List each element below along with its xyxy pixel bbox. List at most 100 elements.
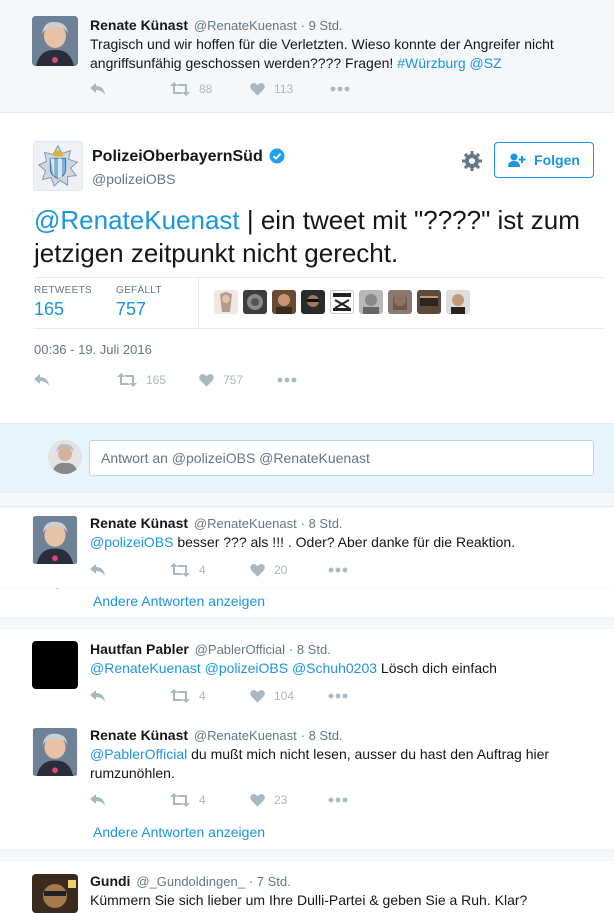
retweet-button[interactable]: 165 — [117, 373, 199, 387]
like-button[interactable]: 113 — [250, 82, 330, 96]
mention-link[interactable]: @RenateKuenast — [34, 205, 240, 235]
retweet-button[interactable]: 4 — [170, 689, 250, 703]
mention-link[interactable]: @polizeiOBS — [90, 534, 173, 550]
liker-avatar[interactable] — [272, 290, 296, 314]
show-more-replies-link[interactable]: Andere Antworten anzeigen — [93, 824, 265, 840]
heart-icon — [250, 82, 265, 96]
tweet-actions: 88 113 — [90, 82, 350, 96]
avatar[interactable] — [32, 874, 78, 913]
more-icon — [328, 797, 348, 803]
context-tweet[interactable]: Renate Künast @RenateKuenast · 9 Std. Tr… — [0, 0, 614, 113]
more-button[interactable] — [330, 86, 350, 92]
avatar[interactable] — [33, 141, 83, 191]
tweet-time[interactable]: · 8 Std. — [301, 728, 343, 743]
tweet-time[interactable]: · 7 Std. — [249, 874, 291, 889]
author-name[interactable]: Renate Künast — [90, 515, 188, 531]
reply-composer: Antwort an @polizeiOBS @RenateKuenast — [0, 423, 614, 493]
avatar[interactable] — [32, 641, 78, 689]
mention-link[interactable]: @SZ — [470, 55, 502, 71]
follow-button[interactable]: Folgen — [494, 142, 594, 178]
like-count: 104 — [274, 689, 295, 703]
reply-button[interactable] — [90, 793, 170, 807]
author-handle[interactable]: @_Gundoldingen_ — [136, 874, 245, 889]
tweet-actions: 4 23 — [90, 793, 348, 807]
tweet-time[interactable]: · 9 Std. — [301, 18, 343, 33]
like-button[interactable]: 20 — [250, 563, 328, 577]
reply-tweet[interactable]: Gundi @_Gundoldingen_ · 7 Std. Kümmern S… — [0, 862, 614, 913]
retweet-count: 88 — [199, 82, 213, 96]
retweets-label: RETWEETS — [34, 285, 92, 296]
liker-avatar[interactable] — [214, 290, 238, 314]
show-more-row: Andere Antworten anzeigen — [0, 819, 614, 851]
like-button[interactable]: 757 — [199, 373, 277, 387]
author-handle[interactable]: @polizeiOBS — [92, 171, 175, 187]
tweet-text: Kümmern Sie sich lieber um Ihre Dulli-Pa… — [90, 892, 528, 908]
gear-icon — [462, 151, 482, 171]
author-handle[interactable]: @RenateKuenast — [194, 728, 297, 743]
more-button[interactable] — [328, 693, 348, 699]
liker-avatar[interactable] — [446, 290, 470, 314]
retweet-icon — [117, 373, 137, 387]
author-handle[interactable]: @RenateKuenast — [194, 516, 297, 531]
avatar[interactable] — [32, 728, 78, 776]
liker-avatars — [214, 290, 475, 314]
reply-input[interactable]: Antwort an @polizeiOBS @RenateKuenast — [89, 440, 594, 476]
author-name[interactable]: Renate Künast — [90, 727, 188, 743]
reply-tweet[interactable]: Renate Künast @RenateKuenast · 8 Std. @P… — [0, 716, 614, 819]
author-handle[interactable]: @RenateKuenast — [194, 18, 297, 33]
reply-button[interactable] — [34, 373, 117, 387]
reply-tweet[interactable]: Hautfan Pabler @PablerOfficial · 8 Std. … — [0, 630, 614, 716]
settings-button[interactable] — [461, 150, 483, 172]
author-name[interactable]: Hautfan Pabler — [90, 641, 189, 657]
author-name[interactable]: Gundi — [90, 873, 130, 889]
more-icon — [330, 86, 350, 92]
heart-icon — [250, 689, 265, 703]
retweet-icon — [170, 563, 190, 577]
reply-button[interactable] — [90, 689, 170, 703]
more-button[interactable] — [328, 797, 348, 803]
more-icon — [328, 693, 348, 699]
tweet-timestamp[interactable]: 00:36 - 19. Juli 2016 — [34, 342, 152, 357]
retweet-button[interactable]: 4 — [170, 793, 250, 807]
author-name[interactable]: PolizeiOberbayernSüd — [92, 148, 263, 165]
like-count: 113 — [274, 82, 294, 96]
add-user-icon — [508, 153, 526, 167]
avatar-image — [32, 516, 78, 564]
avatar-image — [32, 728, 78, 776]
reply-button[interactable] — [90, 82, 170, 96]
retweet-button[interactable]: 4 — [170, 563, 250, 577]
avatar-image — [32, 16, 78, 66]
retweets-stat[interactable]: RETWEETS 165 — [34, 285, 92, 320]
like-button[interactable]: 104 — [250, 689, 328, 703]
more-button[interactable] — [277, 377, 297, 383]
tweet-time[interactable]: · 8 Std. — [301, 516, 343, 531]
author-name[interactable]: Renate Künast — [90, 17, 188, 33]
retweet-icon — [170, 793, 190, 807]
avatar[interactable] — [32, 516, 78, 564]
tweet-time[interactable]: · 8 Std. — [289, 642, 331, 657]
hashtag-link[interactable]: #Würzburg — [397, 55, 465, 71]
show-more-replies-link[interactable]: Andere Antworten anzeigen — [93, 593, 265, 609]
avatar[interactable] — [32, 16, 78, 66]
retweet-count: 4 — [199, 793, 206, 807]
reply-button[interactable] — [90, 563, 170, 577]
reply-tweet[interactable]: Renate Künast @RenateKuenast · 8 Std. @p… — [0, 508, 614, 588]
mention-link[interactable]: @RenateKuenast @polizeiOBS @Schuh0203 — [90, 660, 377, 676]
follow-label: Folgen — [534, 152, 580, 168]
section-separator — [0, 493, 614, 507]
liker-avatar[interactable] — [301, 290, 325, 314]
liker-avatar[interactable] — [359, 290, 383, 314]
liker-avatar[interactable] — [388, 290, 412, 314]
mention-link[interactable]: @PablerOfficial — [90, 746, 187, 762]
author-handle[interactable]: @PablerOfficial — [195, 642, 285, 657]
likes-stat[interactable]: GEFÄLLT 757 — [116, 285, 162, 320]
more-button[interactable] — [328, 567, 348, 573]
current-user-avatar[interactable] — [48, 440, 82, 474]
like-button[interactable]: 23 — [250, 793, 328, 807]
liker-avatar[interactable] — [330, 290, 354, 314]
verified-badge-icon — [269, 148, 285, 164]
liker-avatar[interactable] — [243, 290, 267, 314]
more-icon — [328, 567, 348, 573]
retweet-button[interactable]: 88 — [170, 82, 250, 96]
liker-avatar[interactable] — [417, 290, 441, 314]
